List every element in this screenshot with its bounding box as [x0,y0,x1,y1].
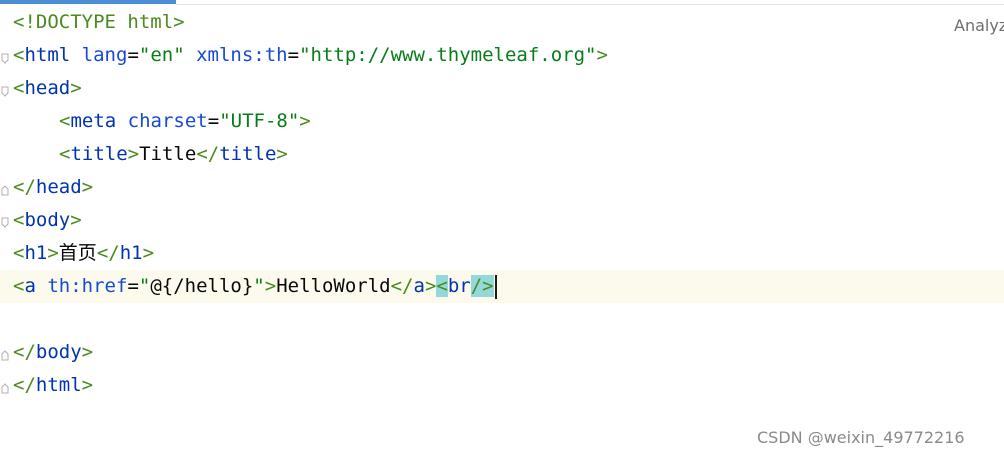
tag-name: html [35,374,82,396]
tag-bracket: </ [96,242,120,264]
code-line-anchor-current[interactable]: <a th:href="@{/hello}">HelloWorld</a><br… [0,270,1004,303]
tag-bracket: > [142,242,155,264]
tag-bracket: < [13,209,25,231]
tag-bracket: </ [13,341,36,363]
tag-bracket: </ [13,374,36,396]
tag-name: body [35,341,82,363]
tag-bracket: > [127,143,140,165]
active-tab-indicator[interactable] [0,0,176,4]
code-line-h1[interactable]: <h1>首页</h1> [13,237,1004,270]
tag-bracket: < [13,77,25,99]
tag-name: a [413,275,425,297]
attribute-equals: = [287,44,300,66]
tag-bracket: </ [390,275,414,297]
tag-name: h1 [119,242,143,264]
tag-bracket: > [70,209,82,231]
code-editor[interactable]: <!DOCTYPE html> <html lang="en" xmlns:th… [0,6,1004,458]
tag-name: head [35,176,82,198]
code-line-html-close[interactable]: </html> [13,369,1004,402]
code-line-body-open[interactable]: <body> [13,204,1004,237]
tag-bracket: > [299,110,311,132]
attribute-equals: = [127,44,139,66]
attribute-quote: " [138,275,151,297]
tag-name: br [447,275,471,297]
analyze-label[interactable]: Analyz [954,16,1004,35]
attribute-equals: = [207,110,220,132]
tag-bracket: > [81,374,94,396]
tag-bracket: < [59,143,71,165]
tag-bracket: > [47,242,59,264]
attribute-value: "UTF-8" [219,110,300,132]
tag-bracket: > [264,275,277,297]
tag-name: title [219,143,277,165]
element-text: Title [139,143,197,165]
code-line-html-open[interactable]: <html lang="en" xmlns:th="http://www.thy… [13,39,1004,72]
thymeleaf-expression: @{/hello} [150,275,254,297]
text-caret [494,274,497,299]
fold-marker-icon[interactable] [1,217,9,229]
code-line-head-open[interactable]: <head> [13,72,1004,105]
attribute-name: charset [127,110,208,132]
matched-tag-bracket: /> [470,275,494,297]
matched-tag-bracket: < [436,275,448,297]
code-line-empty[interactable] [13,303,1004,336]
attribute-value: "http://www.thymeleaf.org" [299,44,597,66]
attribute-equals: = [127,275,139,297]
tag-bracket: < [13,242,25,264]
attribute-quote: " [253,275,265,297]
tag-bracket: > [424,275,437,297]
tag-bracket: > [81,341,94,363]
attribute-name: lang [81,44,128,66]
attribute-value: "en" [138,44,185,66]
tag-bracket: > [596,44,608,66]
element-text: 首页 [58,242,97,264]
fold-marker-icon[interactable] [1,86,9,98]
tag-bracket: > [276,143,288,165]
fold-gutter [0,6,10,458]
code-line-head-close[interactable]: </head> [13,171,1004,204]
tag-bracket: </ [13,176,36,198]
element-text: HelloWorld [276,275,391,297]
fold-marker-icon[interactable] [1,382,9,394]
tag-bracket: > [81,176,94,198]
code-line-title[interactable]: <title>Title</title> [13,138,1004,171]
tag-name: head [24,77,71,99]
attribute-name: xmlns:th [196,44,288,66]
tag-name: meta [70,110,117,132]
code-line-doctype[interactable]: <!DOCTYPE html> [13,6,1004,39]
watermark: CSDN @weixin_49772216 [757,428,965,447]
fold-marker-icon[interactable] [1,184,9,196]
code-line-body-close[interactable]: </body> [13,336,1004,369]
fold-marker-icon[interactable] [1,349,9,361]
tag-bracket: </ [196,143,220,165]
tag-name: a [24,275,36,297]
tag-bracket: < [59,110,71,132]
attribute-name: th:href [47,275,128,297]
tag-name: h1 [24,242,48,264]
tag-bracket: < [13,44,25,66]
tab-strip-border [176,4,1004,5]
tag-bracket: > [70,77,82,99]
fold-marker-icon[interactable] [1,53,9,65]
code-line-meta[interactable]: <meta charset="UTF-8"> [13,105,1004,138]
tag-name: title [70,143,128,165]
tag-name: html [24,44,71,66]
tag-name: body [24,209,71,231]
doctype-declaration: <!DOCTYPE html> [13,11,185,33]
tag-bracket: < [13,275,25,297]
